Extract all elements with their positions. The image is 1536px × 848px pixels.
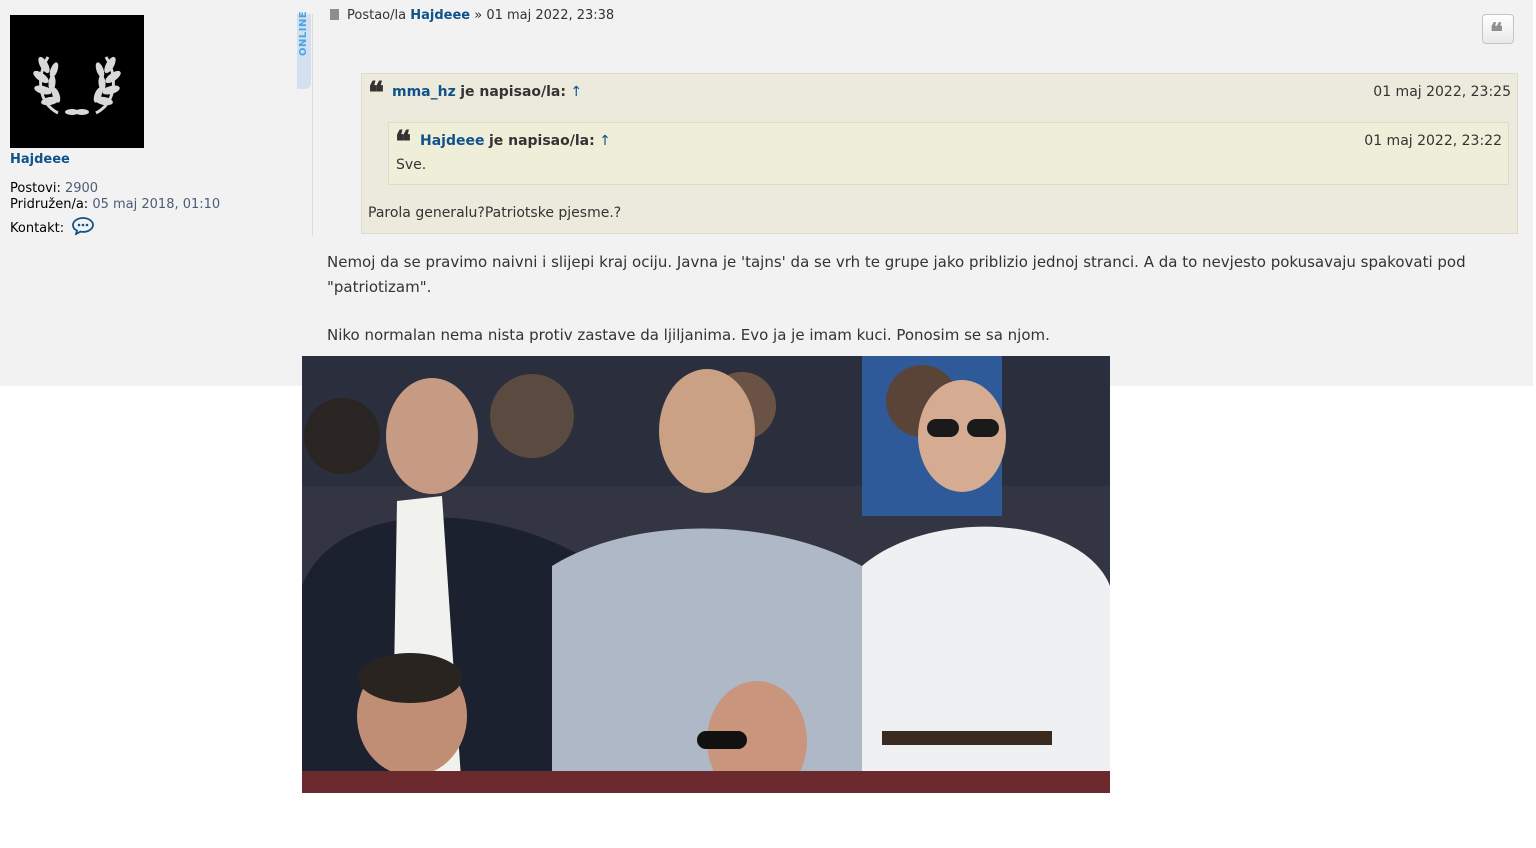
quote-icon: ❝ [395,125,412,160]
quote-icon: ❝ [1490,17,1503,46]
quote-outer-jump-link[interactable]: ↑ [570,84,582,100]
quote-outer-header: mma_hz je napisao/la: ↑ [392,84,582,100]
quote-outer-author[interactable]: mma_hz [392,84,456,100]
online-badge: ONLINE [297,10,311,89]
posts-label: Postovi: [10,181,61,196]
post-paragraph: Nemoj da se pravimo naivni i slijepi kra… [327,253,1466,296]
quote-inner-verb: je napisao/la: [488,133,595,149]
joined-label: Pridružen/a: [10,197,89,212]
post-author-link[interactable]: Hajdeee [410,8,470,23]
post-meta: Postao/la Hajdeee » 01 maj 2022, 23:38 [330,8,614,23]
chat-icon[interactable] [72,217,95,239]
quote-inner: ❝ Hajdeee je napisao/la: ↑ 01 maj 2022, … [388,122,1509,185]
quote-inner-text: Sve. [396,157,427,173]
profile-posts: Postovi: 2900 [10,181,98,196]
profile-joined: Pridružen/a: 05 maj 2018, 01:10 [10,197,220,212]
user-avatar[interactable] [10,15,144,148]
laurel-wreath-icon [33,56,121,115]
quote-inner-header: Hajdeee je napisao/la: ↑ [420,133,611,149]
quote-outer: ❝ mma_hz je napisao/la: ↑ 01 maj 2022, 2… [361,73,1518,234]
profile-contact: Kontakt: [10,217,95,239]
post-date: 01 maj 2022, 23:38 [486,8,615,23]
post-paragraph: Niko normalan nema nista protiv zastave … [327,326,1050,344]
quote-inner-date: 01 maj 2022, 23:22 [1364,133,1502,149]
photo-illustration [302,356,1110,793]
quote-icon: ❝ [368,76,385,111]
posts-count[interactable]: 2900 [65,181,98,196]
quote-outer-text: Parola generalu?Patriotske pjesme.? [368,205,622,221]
quote-inner-author[interactable]: Hajdeee [420,133,484,149]
online-badge-text: ONLINE [298,10,309,56]
post-separator: » [474,8,483,23]
contact-label: Kontakt: [10,221,65,236]
post-image[interactable] [302,356,1110,793]
profile-divider [312,14,313,236]
file-icon[interactable] [330,9,339,20]
quote-button[interactable]: ❝ [1482,14,1514,46]
joined-date: 05 maj 2018, 01:10 [92,197,221,212]
quote-outer-verb: je napisao/la: [460,84,566,100]
profile-username[interactable]: Hajdeee [10,152,70,167]
quote-inner-jump-link[interactable]: ↑ [599,133,611,149]
quote-outer-date: 01 maj 2022, 23:25 [1373,84,1511,100]
post-prefix: Postao/la [347,8,407,23]
